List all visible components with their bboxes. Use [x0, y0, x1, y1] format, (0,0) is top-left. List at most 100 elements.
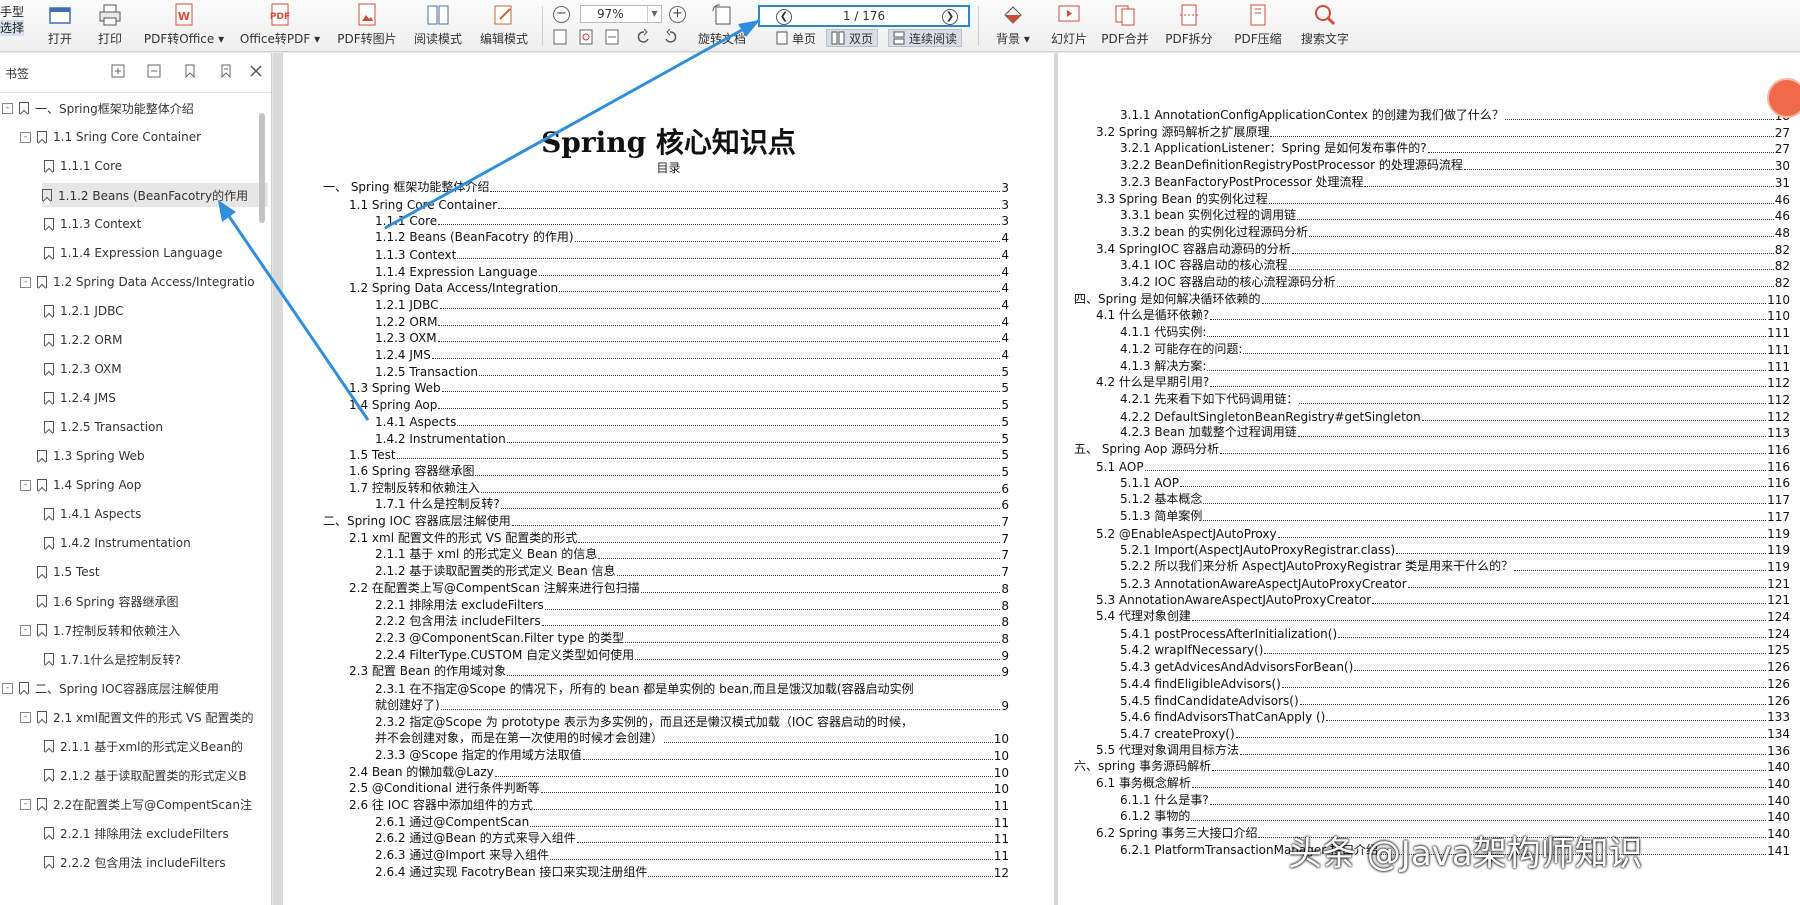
toc-entry[interactable]: 3.3.2 bean 的实例化过程源码分析 48 — [1120, 224, 1790, 240]
toc-entry[interactable]: 5.4.5 findCandidateAdvisors() 126 — [1120, 692, 1790, 708]
actual-size-icon[interactable] — [578, 29, 594, 45]
slideshow-button[interactable]: 幻灯片 — [1046, 0, 1092, 52]
toc-entry[interactable]: 3.4.1 IOC 容器启动的核心流程 82 — [1120, 257, 1790, 273]
pdf-split-button[interactable]: PDF拆分 — [1162, 0, 1216, 52]
toc-entry[interactable]: 2.3.3 @Scope 指定的作用域方法取值 10 — [375, 747, 1009, 763]
office-to-pdf-button[interactable]: PDF Office转PDF ▾ — [236, 0, 324, 52]
next-page-button[interactable]: ❯ — [942, 9, 958, 25]
collapse-all-icon[interactable] — [146, 63, 162, 79]
bookmark-item[interactable]: - 1.4 Spring Aop — [20, 473, 270, 497]
toc-entry[interactable]: 2.2.2 包含用法 includeFilters 8 — [375, 613, 1009, 629]
toc-entry[interactable]: 一、 Spring 框架功能整体介绍 3 — [323, 179, 1009, 195]
toc-entry[interactable]: 5.5 代理对象调用目标方法 136 — [1096, 742, 1790, 758]
double-page-button[interactable]: 双页 — [826, 29, 879, 47]
expand-toggle-icon[interactable]: - — [20, 624, 31, 636]
pdf-compress-button[interactable]: PDF压缩 — [1230, 0, 1286, 52]
toc-entry[interactable]: 2.1.1 基于 xml 的形式定义 Bean 的信息 7 — [375, 546, 1009, 562]
toc-entry[interactable]: 二、Spring IOC 容器底层注解使用 7 — [323, 513, 1009, 529]
bookmark-item[interactable]: 2.2.2 包含用法 includeFilters — [44, 850, 270, 874]
bookmark-item[interactable]: - 二、Spring IOC容器底层注解使用 — [2, 676, 270, 700]
bookmark-item[interactable]: 2.2.1 排除用法 excludeFilters — [44, 821, 270, 845]
toc-entry[interactable]: 5.1 AOP 116 — [1096, 458, 1790, 474]
toc-entry[interactable]: 4.2.1 先来看下如下代码调用链： 112 — [1120, 391, 1790, 407]
read-mode-button[interactable]: 阅读模式 — [408, 0, 468, 52]
bookmark-item[interactable]: 1.7.1什么是控制反转? — [44, 647, 270, 671]
toc-entry[interactable]: 3.2 Spring 源码解析之扩展原理 27 — [1096, 124, 1790, 140]
toc-entry[interactable]: 1.1.2 Beans (BeanFacotry 的作用) 4 — [375, 229, 1009, 245]
toc-entry[interactable]: 6.1.2 事物的 140 — [1120, 808, 1790, 824]
toc-entry[interactable]: 2.5 @Conditional 进行条件判断等 10 — [349, 780, 1009, 796]
toc-entry[interactable]: 4.1.3 解决方案: 111 — [1120, 358, 1790, 374]
toc-entry[interactable]: 3.3.1 bean 实例化过程的调用链 46 — [1120, 207, 1790, 223]
bookmark-item[interactable]: - 2.2在配置类上写@CompentScan注 — [20, 792, 270, 816]
toc-entry[interactable]: 六、spring 事务源码解析 140 — [1074, 758, 1790, 774]
bookmark-item[interactable]: 1.3 Spring Web — [20, 444, 270, 468]
hand-tool-partial[interactable]: 手型 选择 — [0, 4, 25, 36]
toc-entry[interactable]: 5.4.1 postProcessAfterInitialization() 12… — [1120, 625, 1790, 641]
bookmark-item[interactable]: 1.2.2 ORM — [44, 328, 270, 352]
toc-entry[interactable]: 6.1 事务概念解析 140 — [1096, 775, 1790, 791]
toc-entry[interactable]: 4.1 什么是循环依赖? 110 — [1096, 307, 1790, 323]
fit-page-icon[interactable] — [552, 29, 568, 45]
toc-entry[interactable]: 3.2.1 ApplicationListener：Spring 是如何发布事件… — [1120, 140, 1790, 156]
toc-entry[interactable]: 2.2.4 FilterType.CUSTOM 自定义类型如何使用 9 — [375, 647, 1009, 663]
toc-entry[interactable]: 2.6.3 通过@Import 来导入组件 11 — [375, 847, 1009, 863]
rotate-left-icon[interactable] — [636, 29, 652, 45]
toc-entry[interactable]: 1.3 Spring Web 5 — [349, 379, 1009, 395]
toc-entry[interactable]: 5.1.1 AOP 116 — [1120, 474, 1790, 490]
bookmark-item[interactable]: - 2.1 xml配置文件的形式 VS 配置类的 — [20, 705, 270, 729]
search-text-button[interactable]: 搜索文字 — [1298, 0, 1352, 52]
rotate-right-icon[interactable] — [662, 29, 678, 45]
toc-entry[interactable]: 2.3 配置 Bean 的作用域对象 9 — [349, 663, 1009, 679]
toc-entry[interactable]: 1.4.2 Instrumentation 5 — [375, 430, 1009, 446]
expand-toggle-icon[interactable]: - — [20, 479, 31, 491]
zoom-in-button[interactable]: + — [669, 6, 686, 23]
zoom-dropdown-icon[interactable]: ▼ — [647, 6, 661, 22]
close-icon[interactable] — [248, 63, 264, 79]
bookmark-item[interactable]: 1.2.3 OXM — [44, 357, 270, 381]
toc-entry[interactable]: 1.2.4 JMS 4 — [375, 346, 1009, 362]
toc-entry[interactable]: 5.1.3 简单案例 117 — [1120, 508, 1790, 524]
toc-entry[interactable]: 四、Spring 是如何解决循环依赖的 110 — [1074, 291, 1790, 307]
toc-entry[interactable]: 6.1.1 什么是事? 140 — [1120, 792, 1790, 808]
toc-entry[interactable]: 4.2 什么是早期引用? 112 — [1096, 374, 1790, 390]
zoom-select[interactable]: 97% ▼ — [580, 5, 662, 23]
toc-entry[interactable]: 并不会创建对象，而是在第一次使用的时候才会创建） 10 — [375, 730, 1009, 746]
toc-entry[interactable]: 2.6.1 通过@CompentScan 11 — [375, 814, 1009, 830]
toc-entry[interactable]: 3.3 Spring Bean 的实例化过程 46 — [1096, 191, 1790, 207]
bookmark-item[interactable]: 1.2.4 JMS — [44, 386, 270, 410]
expand-toggle-icon[interactable]: - — [2, 682, 13, 694]
toc-entry[interactable]: 2.6.4 通过实现 FacotryBean 接口来实现注册组件 12 — [375, 864, 1009, 880]
toc-entry[interactable]: 2.2.1 排除用法 excludeFilters 8 — [375, 597, 1009, 613]
toc-entry[interactable]: 1.2.1 JDBC 4 — [375, 296, 1009, 312]
toc-entry[interactable]: 1.1.4 Expression Language 4 — [375, 263, 1009, 279]
toc-entry[interactable]: 3.4.2 IOC 容器启动的核心流程源码分析 82 — [1120, 274, 1790, 290]
expand-toggle-icon[interactable]: - — [20, 798, 31, 810]
bookmark-item[interactable]: 2.1.2 基于读取配置类的形式定义B — [44, 763, 270, 787]
toc-entry[interactable]: 5.2.3 AnnotationAwareAspectJAutoProxyCre… — [1120, 575, 1790, 591]
pdf-to-image-button[interactable]: PDF转图片 — [334, 0, 400, 52]
bookmark-item[interactable]: - 1.2 Spring Data Access/Integratio — [20, 270, 270, 294]
expand-toggle-icon[interactable]: - — [20, 711, 31, 723]
single-page-button[interactable]: 单页 — [772, 29, 820, 47]
toc-entry[interactable]: 4.1.1 代码实例: 111 — [1120, 324, 1790, 340]
toc-entry[interactable]: 5.4 代理对象创建 124 — [1096, 608, 1790, 624]
toc-entry[interactable]: 5.2.2 所以我们来分析 AspectJAutoProxyRegistrar … — [1120, 558, 1790, 574]
bookmark-item[interactable]: - 1.1 Sring Core Container — [20, 125, 270, 149]
toc-entry[interactable]: 2.2.3 @ComponentScan.Filter type 的类型 8 — [375, 630, 1009, 646]
bookmark-item[interactable]: 1.6 Spring 容器继承图 — [20, 589, 270, 613]
print-button[interactable]: 打印 — [90, 0, 130, 52]
toc-entry[interactable]: 5.1.2 基本概念 117 — [1120, 491, 1790, 507]
expand-toggle-icon[interactable]: - — [2, 102, 13, 114]
bookmark-item[interactable]: 1.1.4 Expression Language — [44, 241, 270, 265]
toc-entry-title[interactable]: 2.3.2 指定@Scope 为 prototype 表示为多实例的，而且还是懒… — [375, 713, 913, 730]
toc-entry[interactable]: 1.1.1 Core 3 — [375, 212, 1009, 228]
edit-mode-button[interactable]: 编辑模式 — [474, 0, 534, 52]
bookmark-item[interactable]: 1.4.1 Aspects — [44, 502, 270, 526]
bookmark-item[interactable]: 2.1.1 基于xml的形式定义Bean的 — [44, 734, 270, 758]
toc-entry[interactable]: 1.2 Spring Data Access/Integration 4 — [349, 279, 1009, 295]
toc-entry[interactable]: 就创建好了) 9 — [375, 697, 1009, 713]
toc-entry[interactable]: 5.3 AnnotationAwareAspectJAutoProxyCreat… — [1096, 591, 1790, 607]
toc-entry[interactable]: 1.7.1 什么是控制反转? 6 — [375, 496, 1009, 512]
toc-entry[interactable]: 5.2 @EnableAspectJAutoProxy 119 — [1096, 525, 1790, 541]
